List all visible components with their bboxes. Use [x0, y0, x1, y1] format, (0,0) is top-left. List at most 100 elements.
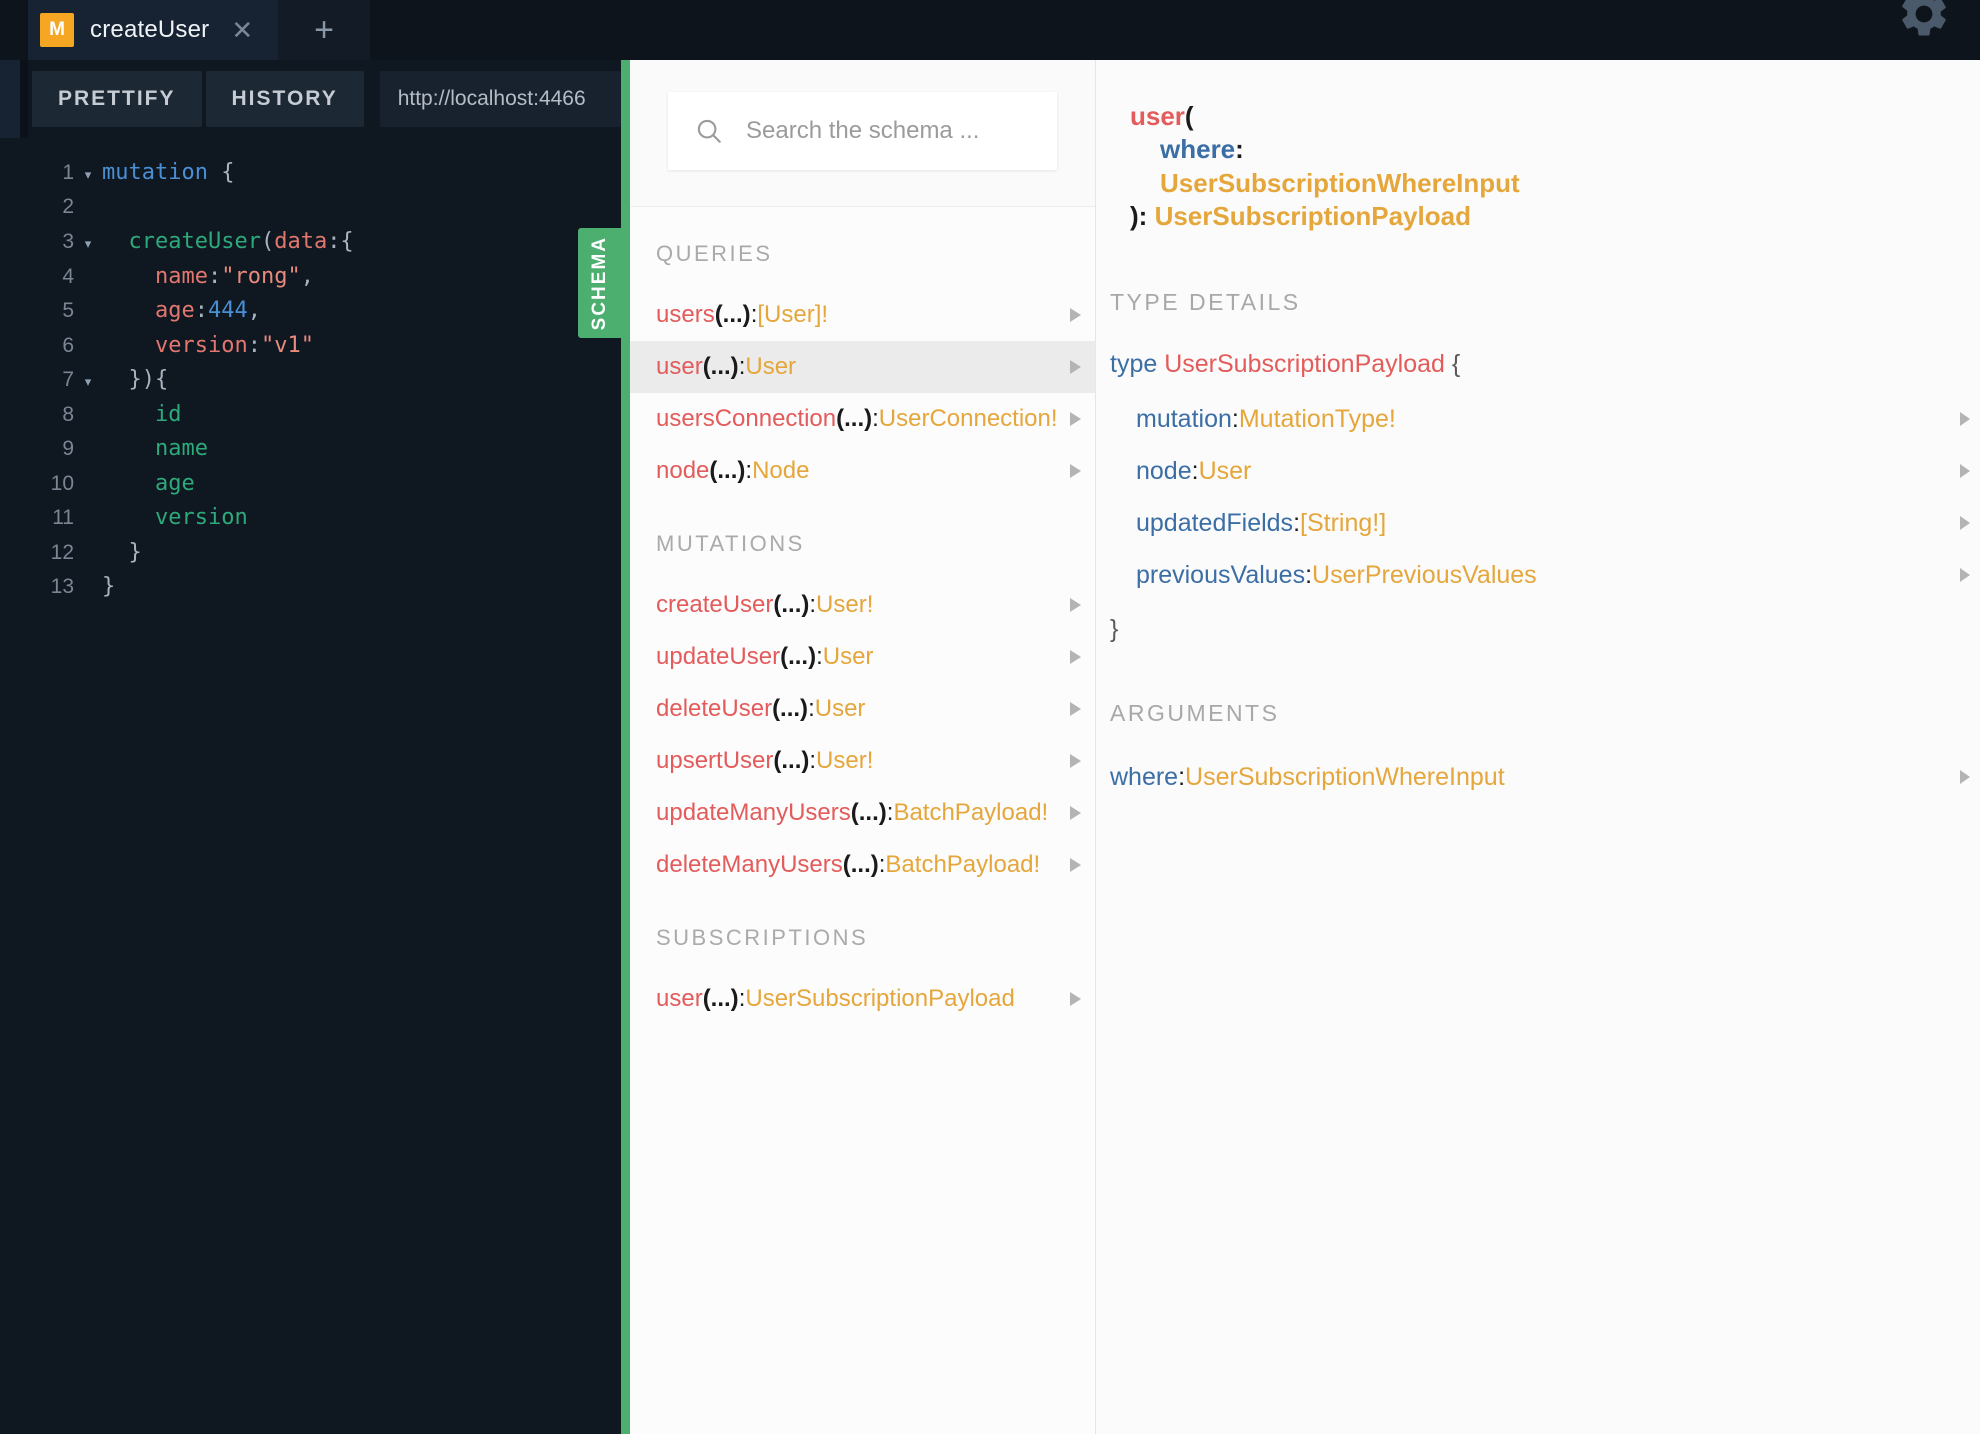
chevron-right-icon[interactable] — [1960, 412, 1970, 427]
schema-field-colon: : — [808, 695, 815, 722]
schema-field-row[interactable]: updateUser (...): User — [630, 631, 1095, 683]
chevron-right-icon[interactable] — [1070, 360, 1081, 374]
code-editor[interactable]: 1 ▾ mutation {2 3 ▾ createUser(data:{4 name… — [0, 138, 621, 1434]
schema-field-row[interactable]: user (...): UserSubscriptionPayload — [630, 973, 1095, 1025]
schema-field-type: UserSubscriptionPayload — [745, 985, 1015, 1012]
code-line[interactable]: 5 age:444, — [28, 298, 621, 333]
schema-field-type: User — [745, 353, 797, 380]
fold-toggle-icon[interactable]: ▾ — [74, 236, 102, 252]
schema-field-type: UserConnection! — [878, 405, 1058, 432]
argument-row[interactable]: where: UserSubscriptionWhereInput — [1096, 751, 1980, 803]
close-icon[interactable]: ✕ — [231, 17, 253, 43]
fold-toggle-icon[interactable]: ▾ — [74, 167, 102, 183]
fold-toggle-icon[interactable]: ▾ — [74, 374, 102, 390]
type-field-row[interactable]: updatedFields: [String!] — [1096, 497, 1980, 549]
chevron-right-icon[interactable] — [1070, 650, 1081, 664]
schema-field-name: node — [656, 457, 710, 484]
code-line[interactable]: 4 name:"rong", — [28, 264, 621, 299]
plus-icon[interactable]: + — [278, 0, 370, 60]
schema-field-type: User! — [816, 747, 874, 774]
schema-field-row[interactable]: user (...): User — [630, 341, 1095, 393]
schema-field-name: deleteUser — [656, 695, 773, 722]
chevron-right-icon[interactable] — [1960, 770, 1970, 785]
schema-field-colon: : — [745, 457, 753, 484]
type-field-name: updatedFields — [1136, 508, 1294, 537]
type-field-row[interactable]: mutation: MutationType! — [1096, 393, 1980, 445]
schema-field-row[interactable]: deleteManyUsers (...): BatchPayload! — [630, 839, 1095, 891]
chevron-right-icon[interactable] — [1960, 516, 1970, 531]
signature-arg-colon: : — [1235, 134, 1244, 165]
code-line[interactable]: 7 ▾ }){ — [28, 367, 621, 402]
code-line[interactable]: 6 version:"v1" — [28, 333, 621, 368]
schema-field-name: users — [656, 301, 715, 328]
search-input[interactable]: Search the schema ... — [668, 92, 1057, 170]
schema-list: QUERIES users (...): [User]! user (...): Use… — [630, 207, 1095, 1434]
argument-list: where: UserSubscriptionWhereInput — [1096, 751, 1980, 803]
type-field-colon: : — [1293, 508, 1301, 537]
tab-bar-empty-space — [370, 0, 1980, 60]
code-line[interactable]: 13 } — [28, 574, 621, 609]
tab-createuser[interactable]: M createUser ✕ — [28, 0, 278, 60]
code-line[interactable]: 10 age — [28, 471, 621, 506]
gear-icon[interactable] — [1896, 0, 1952, 42]
schema-field-row[interactable]: usersConnection (...): UserConnection! — [630, 393, 1095, 445]
schema-field-type: BatchPayload! — [893, 799, 1049, 826]
schema-field-args: (...) — [780, 643, 817, 670]
type-field-row[interactable]: node: User — [1096, 445, 1980, 497]
type-field-name: mutation — [1136, 404, 1232, 433]
code-line[interactable]: 11 version — [28, 505, 621, 540]
code-text: } — [102, 574, 116, 599]
code-text: age — [154, 470, 195, 496]
code-line[interactable]: 3 ▾ createUser(data:{ — [28, 229, 621, 264]
schema-field-args: (...) — [836, 405, 873, 432]
chevron-right-icon[interactable] — [1070, 308, 1081, 322]
argument-name: where — [1110, 762, 1179, 791]
schema-tab-button[interactable]: SCHEMA — [578, 228, 621, 338]
schema-detail-pane: user( where: UserSubscriptionWhereInput … — [1095, 60, 1980, 1434]
schema-field-name: user — [656, 985, 703, 1012]
schema-field-row[interactable]: deleteUser (...): User — [630, 683, 1095, 735]
code-text: age:444, — [154, 298, 261, 323]
type-field-type: [String!] — [1300, 508, 1387, 537]
code-text: createUser(data:{ — [128, 229, 354, 254]
schema-field-row[interactable]: createUser (...): User! — [630, 579, 1095, 631]
type-field-row[interactable]: previousValues: UserPreviousValues — [1096, 549, 1980, 601]
chevron-right-icon[interactable] — [1070, 754, 1081, 768]
code-line[interactable]: 1 ▾ mutation { — [28, 160, 621, 195]
schema-field-row[interactable]: node (...): Node — [630, 445, 1095, 497]
schema-field-name: createUser — [656, 591, 774, 618]
code-line[interactable]: 2 — [28, 195, 621, 230]
history-button[interactable]: HISTORY — [205, 71, 364, 127]
chevron-right-icon[interactable] — [1070, 702, 1081, 716]
code-line[interactable]: 12 } — [28, 540, 621, 575]
schema-field-row[interactable]: users (...): [User]! — [630, 289, 1095, 341]
schema-field-name: updateUser — [656, 643, 781, 670]
prettify-button[interactable]: PRETTIFY — [32, 71, 202, 127]
schema-field-row[interactable]: upsertUser (...): User! — [630, 735, 1095, 787]
code-text: name:"rong", — [154, 263, 314, 289]
line-number: 4 — [62, 264, 74, 288]
endpoint-url-input[interactable]: http://localhost:4466 — [379, 71, 621, 127]
code-text: } — [128, 539, 142, 565]
schema-field-row[interactable]: updateManyUsers (...): BatchPayload! — [630, 787, 1095, 839]
chevron-right-icon[interactable] — [1070, 806, 1081, 820]
schema-field-args: (...) — [850, 799, 887, 826]
line-number: 1 — [62, 161, 74, 184]
main-split: PRETTIFY HISTORY http://localhost:4466 1… — [0, 60, 1980, 1434]
code-line[interactable]: 8 id — [28, 402, 621, 437]
schema-field-colon: : — [738, 353, 746, 380]
code-line[interactable]: 9 name — [28, 436, 621, 471]
chevron-right-icon[interactable] — [1960, 464, 1970, 479]
code-text: id — [154, 401, 182, 427]
schema-field-colon: : — [809, 747, 817, 774]
chevron-right-icon[interactable] — [1070, 992, 1081, 1006]
line-number: 5 — [62, 299, 74, 322]
signature-arg-type: UserSubscriptionWhereInput — [1160, 167, 1520, 198]
schema-field-colon: : — [886, 799, 894, 826]
chevron-right-icon[interactable] — [1070, 464, 1081, 478]
chevron-right-icon[interactable] — [1070, 858, 1081, 872]
chevron-right-icon[interactable] — [1070, 412, 1081, 426]
chevron-right-icon[interactable] — [1070, 598, 1081, 612]
schema-field-colon: : — [878, 851, 886, 878]
chevron-right-icon[interactable] — [1960, 568, 1970, 583]
